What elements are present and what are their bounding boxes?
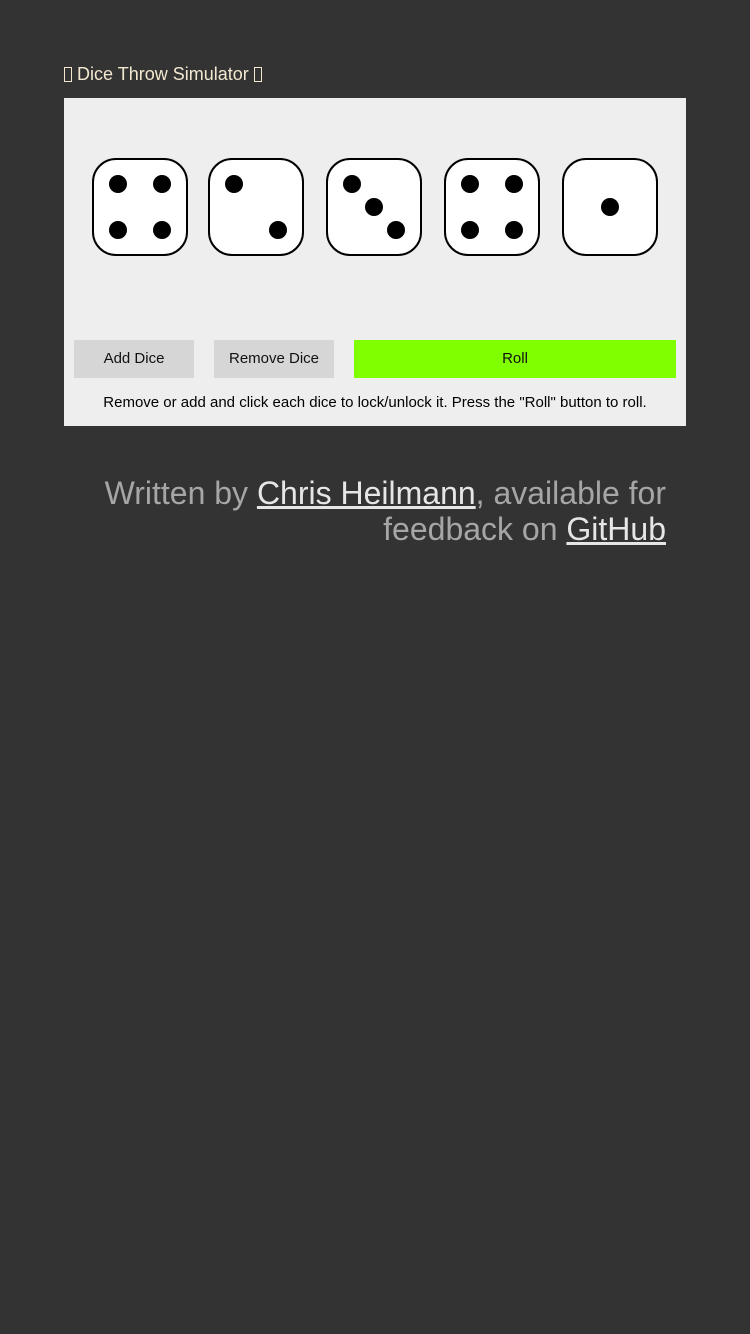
die[interactable] (208, 158, 304, 256)
die-pip (505, 175, 524, 194)
dice-panel: Add Dice Remove Dice Roll Remove or add … (64, 98, 686, 426)
missing-glyph-icon (253, 67, 262, 82)
add-dice-button[interactable]: Add Dice (74, 340, 194, 378)
die[interactable] (92, 158, 188, 256)
remove-dice-button[interactable]: Remove Dice (214, 340, 334, 378)
die-pip (505, 220, 524, 239)
die-pip (601, 198, 619, 216)
footer-credit: Written by Chris Heilmann, available for… (84, 475, 666, 547)
die-pip (387, 220, 406, 239)
die-pip (153, 220, 172, 239)
die[interactable] (444, 158, 540, 256)
dice-row (92, 158, 672, 256)
die-pip (365, 198, 383, 216)
die-pip (460, 220, 479, 239)
page-title-text: Dice Throw Simulator (77, 64, 249, 84)
die-pip (108, 220, 127, 239)
author-link[interactable]: Chris Heilmann (257, 475, 476, 511)
page-title: Dice Throw Simulator (64, 62, 262, 86)
roll-button[interactable]: Roll (354, 340, 676, 378)
die[interactable] (326, 158, 422, 256)
die-pip (108, 175, 127, 194)
die-pip (342, 175, 361, 194)
instructions-text: Remove or add and click each dice to loc… (103, 394, 647, 411)
die-pip (153, 175, 172, 194)
die[interactable] (562, 158, 658, 256)
die-pip (269, 220, 288, 239)
missing-glyph-icon (64, 67, 72, 82)
github-link[interactable]: GitHub (566, 511, 666, 547)
footer-prefix: Written by (104, 475, 257, 511)
die-pip (224, 175, 243, 194)
die-pip (460, 175, 479, 194)
